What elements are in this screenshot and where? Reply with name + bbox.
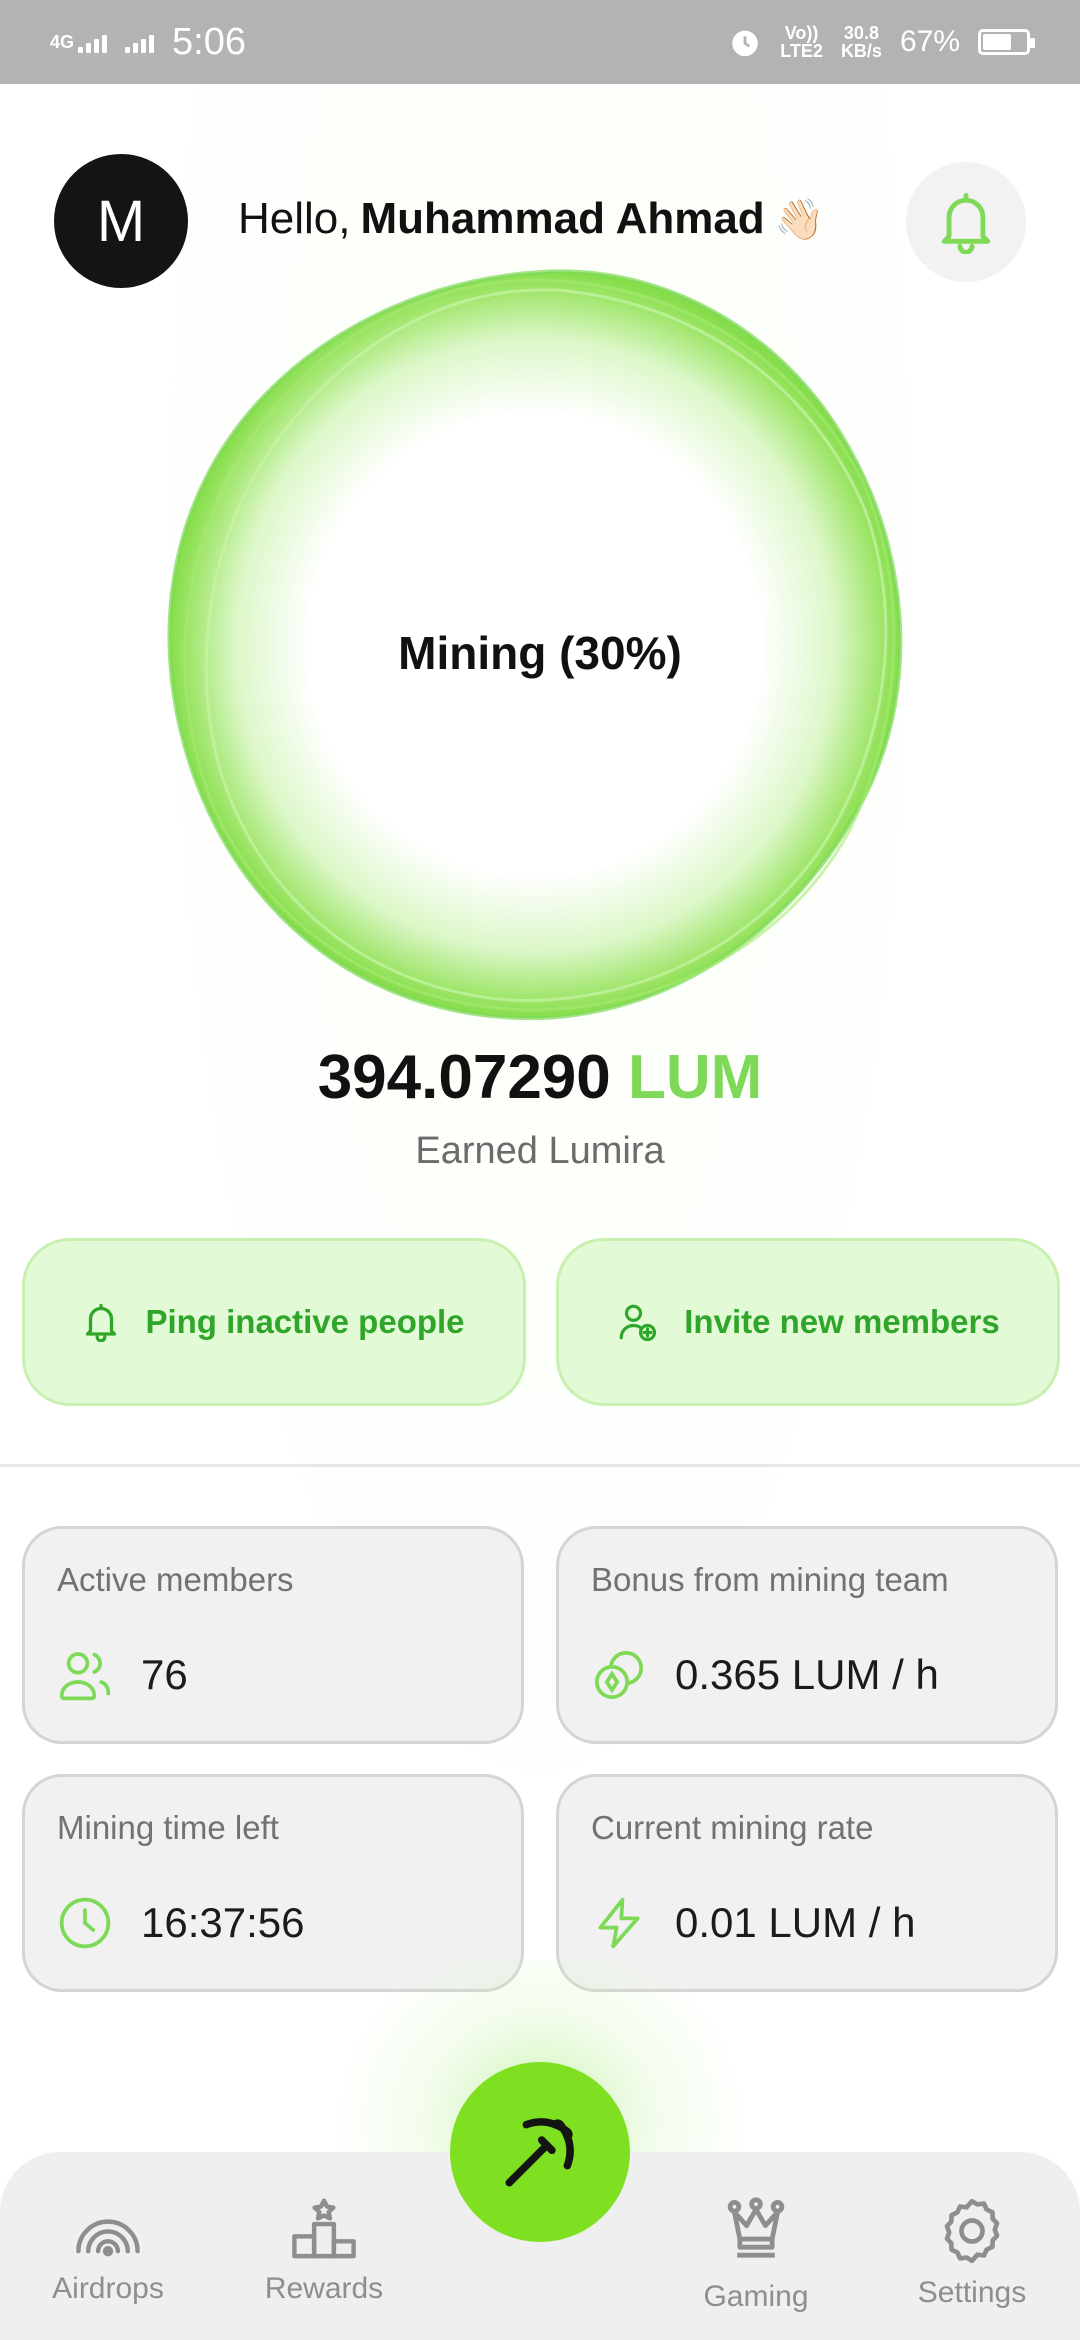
gear-icon [944,2198,1000,2264]
users-icon [59,1652,111,1701]
battery-icon [978,29,1035,55]
podium-icon [292,2198,356,2259]
nav-airdrops-label: Airdrops [52,2272,164,2305]
mining-rate-value: 0.01 LUM / h [675,1899,916,1946]
wave-emoji: 👋🏻 [774,197,825,242]
time-left-value: 16:37:56 [141,1899,305,1946]
crown-icon [727,2197,785,2258]
mining-status-label: Mining (30%) [398,627,682,679]
speed-value: 30.8 [843,23,879,43]
mining-rate-label: Current mining rate [591,1809,874,1846]
nav-airdrops[interactable]: Airdrops [18,2196,198,2306]
coins-icon [594,1650,644,1700]
active-members-card: Active members 76 [22,1526,524,1744]
user-name: Muhammad Ahmad [360,194,765,243]
invite-members-button[interactable]: Invite new members [556,1238,1060,1406]
lightning-icon [598,1897,640,1949]
network-type: 4G [50,32,75,52]
active-members-label: Active members [57,1561,294,1598]
nav-settings-label: Settings [917,2276,1027,2309]
volte-label: Vo)) [784,23,819,43]
volte-indicator: Vo)) LTE2 [780,24,823,60]
balance: 394.07290 LUM [0,1042,1080,1113]
bell-icon [86,1303,117,1342]
invite-members-label: Invite new members [684,1303,1000,1340]
balance-unit: LUM [628,1043,763,1112]
clock-icon [59,1897,111,1949]
balance-value: 394.07290 [317,1043,611,1112]
status-bar-right: Vo)) LTE2 30.8 KB/s 67% [728,24,1035,60]
nav-settings[interactable]: Settings [882,2196,1062,2310]
status-bar: 4G 5:06 Vo)) LTE2 30.8 KB/s 67% [0,0,1080,84]
time-left-label: Mining time left [57,1809,279,1846]
team-bonus-value: 0.365 LUM / h [675,1651,939,1698]
greeting-prefix: Hello, [238,194,351,243]
greeting: Hello, Muhammad Ahmad 👋🏻 [238,194,825,244]
network-signal-icon: 4G [50,31,108,53]
status-time: 5:06 [172,20,246,63]
team-bonus-card: Bonus from mining team 0.365 LUM / h [556,1526,1058,1744]
bell-icon [941,193,991,254]
speed-unit: KB/s [840,41,882,61]
status-bar-left: 4G 5:06 [50,21,246,64]
section-divider [0,1464,1080,1467]
earned-label: Earned Lumira [415,1130,665,1172]
pickaxe-icon [505,2118,574,2187]
signal-bars-icon [125,31,155,53]
alarm-icon [732,30,759,57]
nav-gaming-label: Gaming [703,2280,809,2313]
active-members-value: 76 [141,1651,188,1698]
lte-label: LTE2 [780,41,823,61]
ping-inactive-button[interactable]: Ping inactive people [22,1238,526,1406]
add-user-icon [619,1304,657,1342]
nav-rewards-label: Rewards [264,2272,384,2305]
network-speed: 30.8 KB/s [841,24,882,60]
airdrop-icon [76,2219,140,2257]
battery-percent: 67% [899,25,960,58]
battery-level [983,34,1012,50]
team-bonus-label: Bonus from mining team [591,1561,949,1598]
ping-inactive-label: Ping inactive people [145,1303,465,1340]
nav-rewards[interactable]: Rewards [234,2196,414,2306]
nav-gaming[interactable]: Gaming [666,2196,846,2314]
mine-button[interactable] [450,2062,630,2242]
